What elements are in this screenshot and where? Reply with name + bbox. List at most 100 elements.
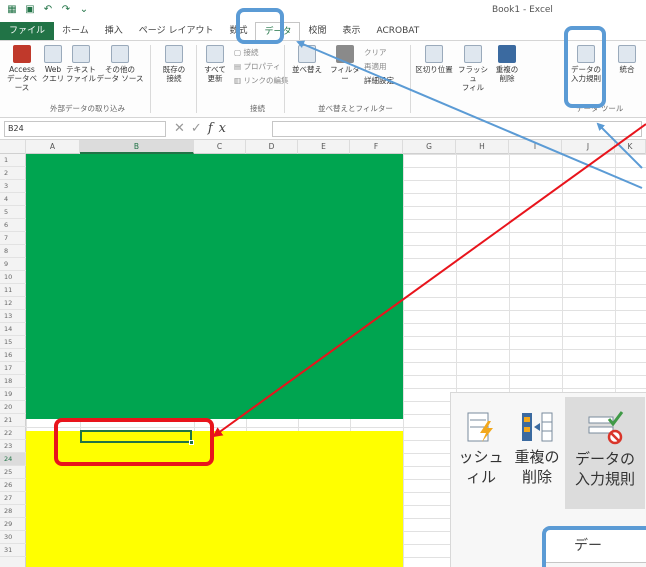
quick-access-toolbar: ▦ ▣ ↶ ↷ ⌄ <box>6 4 90 16</box>
sort-label: 並べ替え <box>292 65 322 74</box>
consolidate-button[interactable]: 統合 <box>612 45 642 74</box>
edit-links-command[interactable]: ▥ リンクの編集 <box>234 75 288 86</box>
other-sources-button[interactable]: その他の データ ソース <box>96 45 144 83</box>
filter-label: フィルター <box>330 65 360 83</box>
text-file-button[interactable]: テキスト ファイル <box>66 45 96 83</box>
column-header-k[interactable]: K <box>615 140 646 154</box>
tab-home[interactable]: ホーム <box>54 22 97 40</box>
reapply-command[interactable]: 再適用 <box>364 61 387 72</box>
row-header[interactable]: 29 <box>0 518 26 531</box>
row-header[interactable]: 20 <box>0 401 26 414</box>
tab-insert[interactable]: 挿入 <box>97 22 131 40</box>
fx-label[interactable]: fx <box>208 121 232 136</box>
column-header-f[interactable]: F <box>350 140 403 154</box>
existing-connections-button[interactable]: 既存の 接続 <box>156 45 192 83</box>
row-header-selected[interactable]: 24 <box>0 453 26 466</box>
column-header-h[interactable]: H <box>456 140 509 154</box>
flash-fill-icon <box>464 45 482 63</box>
remove-duplicates-button[interactable]: 重複の 削除 <box>492 45 522 83</box>
save-icon[interactable]: ▣ <box>24 4 36 16</box>
row-header[interactable]: 13 <box>0 310 26 323</box>
column-header-g[interactable]: G <box>403 140 456 154</box>
row-header[interactable]: 18 <box>0 375 26 388</box>
connections-command[interactable]: ▢ 接続 <box>234 47 258 58</box>
undo-icon[interactable]: ↶ <box>42 4 54 16</box>
row-header[interactable]: 4 <box>0 193 26 206</box>
ribbon-separator <box>284 45 285 113</box>
reapply-label: 再適用 <box>364 62 387 71</box>
tab-file[interactable]: ファイル <box>0 22 55 40</box>
zoom-data-validation-label: データの 入力規則 <box>574 450 635 488</box>
zoom-remove-duplicates-button[interactable]: 重複の 削除 <box>509 411 565 487</box>
row-header[interactable]: 12 <box>0 297 26 310</box>
row-header[interactable]: 11 <box>0 284 26 297</box>
customize-icon[interactable]: ⌄ <box>78 4 90 16</box>
row-header[interactable]: 15 <box>0 336 26 349</box>
web-query-button[interactable]: Web クエリ <box>40 45 66 83</box>
zoom-data-validation-button[interactable]: データの 入力規則 <box>565 397 645 509</box>
filter-button[interactable]: フィルター <box>328 45 362 83</box>
cancel-icon[interactable]: ✕ <box>174 121 191 136</box>
row-header[interactable]: 30 <box>0 531 26 544</box>
access-button[interactable]: Access データベース <box>6 45 38 92</box>
column-header-d[interactable]: D <box>246 140 298 154</box>
flash-fill-button[interactable]: フラッシュ フィル <box>456 45 490 92</box>
row-header[interactable]: 22 <box>0 427 26 440</box>
column-header-j[interactable]: J <box>562 140 615 154</box>
sort-button[interactable]: 並べ替え <box>288 45 326 74</box>
properties-command[interactable]: ▤ プロパティ <box>234 61 281 72</box>
document-title: Book1 - Excel <box>492 5 553 15</box>
row-header[interactable]: 10 <box>0 271 26 284</box>
row-header[interactable]: 26 <box>0 479 26 492</box>
column-header-b[interactable]: B <box>80 140 194 154</box>
row-header[interactable]: 16 <box>0 349 26 362</box>
ribbon-separator <box>410 45 411 113</box>
row-header[interactable]: 5 <box>0 206 26 219</box>
tab-page-layout[interactable]: ページ レイアウト <box>131 22 222 40</box>
callout-data-validation-box <box>564 26 606 108</box>
row-header[interactable]: 19 <box>0 388 26 401</box>
row-header[interactable]: 2 <box>0 167 26 180</box>
green-filled-range[interactable] <box>26 154 403 419</box>
refresh-icon <box>206 45 224 63</box>
remove-duplicates-icon <box>522 412 553 442</box>
enter-icon[interactable]: ✓ <box>191 121 208 136</box>
sort-filter-group-label: 並べ替えとフィルター <box>318 104 393 113</box>
formula-input[interactable] <box>272 121 642 137</box>
tab-acrobat[interactable]: ACROBAT <box>369 22 428 40</box>
row-header[interactable]: 17 <box>0 362 26 375</box>
row-header[interactable]: 1 <box>0 154 26 167</box>
row-header[interactable]: 7 <box>0 232 26 245</box>
text-to-columns-label: 区切り位置 <box>415 65 453 74</box>
column-header-i[interactable]: I <box>509 140 562 154</box>
tab-review[interactable]: 校閲 <box>300 22 334 40</box>
column-header-c[interactable]: C <box>194 140 246 154</box>
row-header[interactable]: 23 <box>0 440 26 453</box>
row-header[interactable]: 28 <box>0 505 26 518</box>
row-header[interactable]: 25 <box>0 466 26 479</box>
text-to-columns-button[interactable]: 区切り位置 <box>414 45 454 74</box>
clear-command[interactable]: クリア <box>364 47 387 58</box>
row-header[interactable]: 3 <box>0 180 26 193</box>
advanced-command[interactable]: 詳細設定 <box>364 75 394 86</box>
redo-icon[interactable]: ↷ <box>60 4 72 16</box>
column-header-e[interactable]: E <box>298 140 350 154</box>
other-sources-icon <box>111 45 129 63</box>
excel-logo-icon: ▦ <box>7 4 17 15</box>
name-box[interactable]: B24 <box>4 121 166 137</box>
select-all-corner[interactable] <box>0 140 26 154</box>
refresh-all-button[interactable]: すべて 更新 <box>200 45 230 83</box>
text-file-icon <box>72 45 90 63</box>
row-header[interactable]: 31 <box>0 544 26 557</box>
row-header[interactable]: 14 <box>0 323 26 336</box>
zoom-flash-fill-button[interactable]: ッシュ ィル <box>455 411 507 487</box>
access-icon <box>13 45 31 63</box>
row-header[interactable]: 21 <box>0 414 26 427</box>
row-header[interactable]: 9 <box>0 258 26 271</box>
row-header[interactable]: 27 <box>0 492 26 505</box>
tab-view[interactable]: 表示 <box>335 22 369 40</box>
remove-duplicates-label: 重複の 削除 <box>495 65 519 83</box>
row-header[interactable]: 6 <box>0 219 26 232</box>
row-header[interactable]: 8 <box>0 245 26 258</box>
column-header-a[interactable]: A <box>26 140 80 154</box>
